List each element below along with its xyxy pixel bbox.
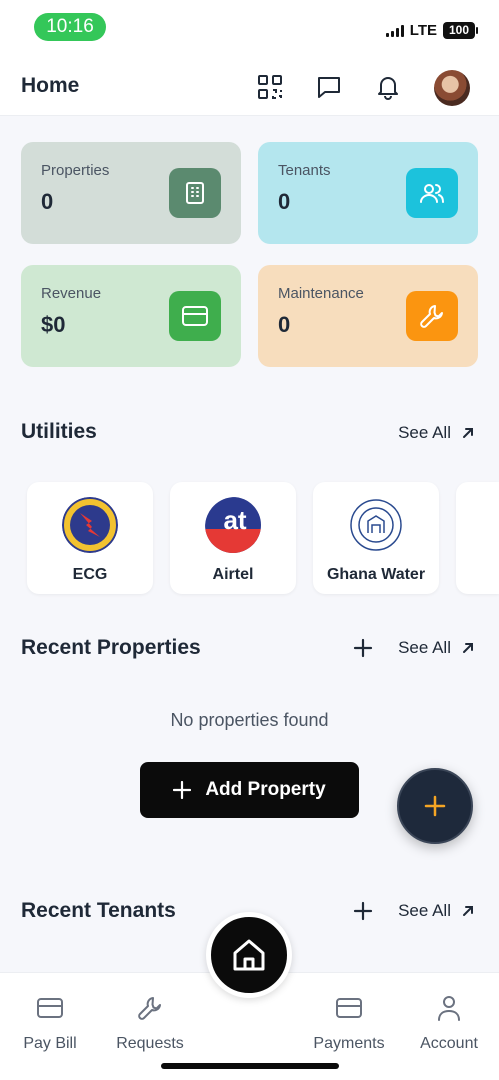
airtel-logo-text: at	[223, 505, 246, 535]
qr-code-icon[interactable]	[256, 73, 284, 101]
utilities-see-all[interactable]: See All	[398, 423, 475, 443]
nav-label: Requests	[116, 1035, 184, 1052]
card-icon	[169, 291, 221, 341]
plus-icon	[173, 781, 192, 799]
ecg-logo	[62, 497, 118, 553]
fab-add-button[interactable]	[397, 768, 473, 844]
home-button[interactable]	[206, 912, 292, 998]
stat-card-properties[interactable]: Properties 0	[21, 142, 241, 244]
arrow-up-right-icon	[463, 643, 473, 653]
nav-account[interactable]: Account	[399, 993, 499, 1053]
utility-card-airtel[interactable]: at Airtel	[170, 482, 296, 594]
building-icon	[169, 168, 221, 218]
add-property-button[interactable]: Add Property	[140, 762, 359, 818]
recent-properties-see-all[interactable]: See All	[398, 638, 475, 658]
utility-name: Airtel	[212, 566, 254, 583]
utility-card-partial[interactable]	[456, 482, 499, 594]
home-indicator	[161, 1063, 339, 1069]
airtel-logo: at	[205, 497, 261, 553]
status-indicators: LTE 100	[385, 22, 478, 39]
add-property-label: Add Property	[205, 779, 326, 800]
nav-label: Account	[420, 1035, 478, 1052]
status-bar: 10:16 LTE 100	[0, 0, 499, 56]
nav-payments[interactable]: Payments	[299, 993, 399, 1053]
arrow-up-right-icon	[463, 428, 473, 438]
utility-name: ECG	[72, 566, 108, 583]
utility-name: Ghana Water	[326, 566, 426, 583]
utility-card-ecg[interactable]: ECG	[27, 482, 153, 594]
recent-properties-title: Recent Properties	[21, 636, 201, 659]
card-icon	[299, 993, 399, 1023]
utility-card-ghana-water[interactable]: Ghana Water	[313, 482, 439, 594]
signal-icon	[385, 24, 404, 37]
stat-card-maintenance[interactable]: Maintenance 0	[258, 265, 478, 367]
plus-icon	[424, 795, 446, 817]
nav-pay-bill[interactable]: Pay Bill	[0, 993, 100, 1053]
user-icon	[399, 993, 499, 1023]
battery-icon: 100	[443, 22, 478, 39]
card-icon	[0, 993, 100, 1023]
add-tenant-plus-icon[interactable]	[352, 900, 374, 922]
recent-tenants-title: Recent Tenants	[21, 899, 176, 922]
page-title: Home	[21, 74, 80, 97]
stat-card-revenue[interactable]: Revenue $0	[21, 265, 241, 367]
ghana-water-logo	[348, 497, 404, 553]
network-label: LTE	[409, 22, 437, 39]
see-all-label: See All	[398, 901, 451, 920]
empty-properties-text: No properties found	[170, 710, 329, 730]
see-all-label: See All	[398, 423, 451, 442]
chat-icon[interactable]	[315, 73, 343, 101]
app-header: Home	[0, 56, 499, 116]
wrench-icon	[100, 993, 200, 1023]
wrench-icon	[406, 291, 458, 341]
add-property-plus-icon[interactable]	[352, 637, 374, 659]
arrow-up-right-icon	[463, 906, 473, 916]
recent-tenants-see-all[interactable]: See All	[398, 901, 475, 921]
avatar[interactable]	[434, 70, 470, 106]
status-time: 10:16	[34, 13, 106, 41]
nav-requests[interactable]: Requests	[100, 993, 200, 1053]
bell-icon[interactable]	[374, 73, 402, 101]
home-icon	[233, 939, 265, 971]
stat-card-tenants[interactable]: Tenants 0	[258, 142, 478, 244]
nav-label: Pay Bill	[23, 1035, 77, 1052]
users-icon	[406, 168, 458, 218]
utilities-title: Utilities	[21, 420, 97, 443]
nav-label: Payments	[313, 1035, 385, 1052]
see-all-label: See All	[398, 638, 451, 657]
